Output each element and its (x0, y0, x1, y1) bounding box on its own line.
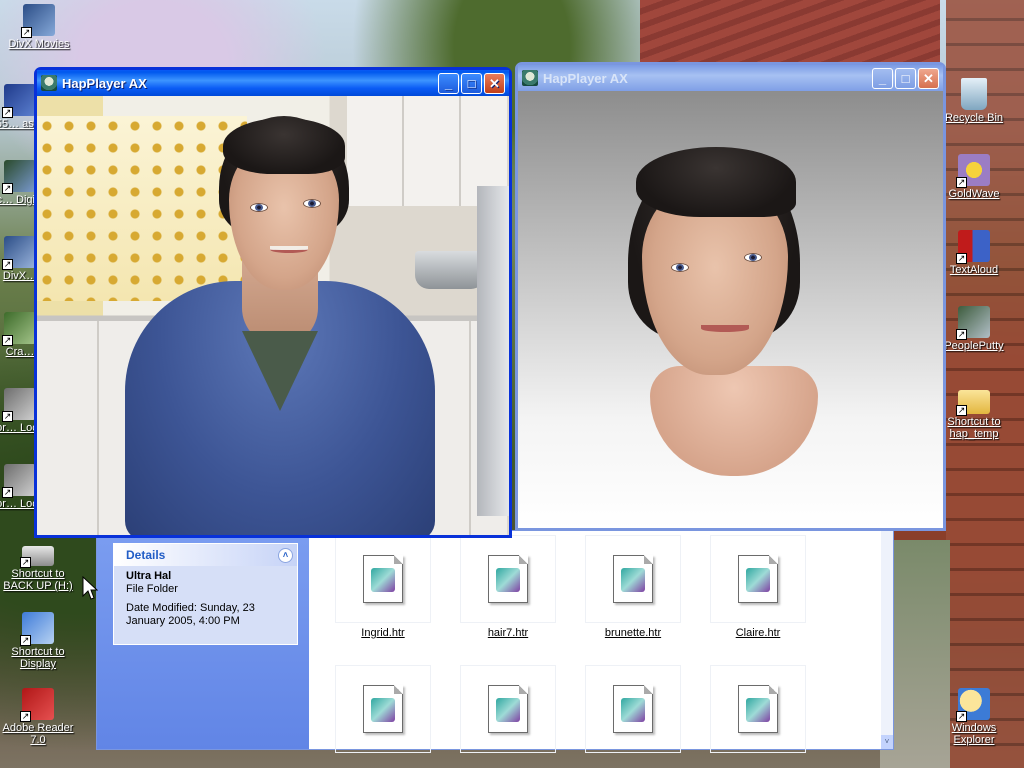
file-item[interactable] (585, 665, 681, 753)
avatar-fringe (636, 147, 796, 217)
htr-file-icon (613, 555, 653, 603)
details-item-type: File Folder (126, 583, 178, 595)
htr-file-icon (488, 555, 528, 603)
desktop-icon-windows-explorer[interactable]: ↗ Windows Explorer (936, 688, 1012, 746)
peopleputty-icon: ↗ (956, 306, 990, 340)
titlebar[interactable]: HapPlayer AX _ □ ✕ (37, 70, 509, 96)
pdf-icon: ↗ (20, 688, 54, 722)
avatar-viewport[interactable] (518, 91, 943, 528)
desktop-icon-goldwave[interactable]: ↗ GoldWave (936, 154, 1012, 200)
explorer-task-pane: Details ˄ Ultra Hal File Folder Date Mod… (97, 531, 309, 749)
avatar-fringe (223, 118, 345, 174)
htr-file-icon (488, 685, 528, 733)
happlayer-app-icon (522, 70, 538, 86)
goldwave-icon: ↗ (956, 154, 990, 188)
avatar-viewport[interactable] (37, 96, 509, 535)
app-icon: ↗ (2, 160, 36, 194)
htr-file-icon (363, 555, 403, 603)
details-item-name: Ultra Hal (126, 570, 172, 582)
desktop-icon-recycle-bin[interactable]: Recycle Bin (936, 78, 1012, 124)
document-icon: ↗ (2, 84, 36, 118)
details-header[interactable]: Details ˄ (114, 544, 297, 566)
avatar-eye-left (671, 263, 689, 272)
file-list: Ingrid.htr hair7.htr brunette.htr Claire… (309, 531, 881, 753)
mouse-cursor-icon (82, 576, 98, 600)
divx-icon: ↗ (2, 236, 36, 270)
close-button[interactable]: ✕ (918, 67, 939, 89)
minimize-button[interactable]: _ (438, 72, 459, 94)
titlebar[interactable]: HapPlayer AX _ □ ✕ (518, 65, 943, 91)
recycle-bin-icon (961, 78, 987, 110)
htr-file-icon (738, 685, 778, 733)
avatar-neck (650, 366, 818, 476)
file-item[interactable] (460, 665, 556, 753)
shortcut-icon: ↗ (2, 464, 36, 498)
file-label[interactable]: Claire.htr (703, 627, 813, 639)
desktop-icon-textaloud[interactable]: ↗ TextAloud (936, 230, 1012, 276)
maximize-button[interactable]: □ (461, 72, 482, 94)
file-label[interactable]: hair7.htr (453, 627, 563, 639)
htr-file-icon (613, 685, 653, 733)
close-button[interactable]: ✕ (484, 72, 505, 94)
kitchen-pot (415, 251, 485, 289)
textaloud-icon: ↗ (956, 230, 990, 264)
file-item-ingrid[interactable] (335, 535, 431, 623)
file-label[interactable]: Ingrid.htr (328, 627, 438, 639)
house-roof (640, 0, 940, 62)
happlayer-app-icon (41, 75, 57, 91)
avatar-eye-right (744, 253, 762, 262)
details-panel: Details ˄ Ultra Hal File Folder Date Mod… (113, 543, 298, 645)
scroll-down-icon[interactable]: ˅ (881, 735, 893, 749)
explorer-window: Details ˄ Ultra Hal File Folder Date Mod… (96, 530, 894, 753)
htr-file-icon (738, 555, 778, 603)
desktop-icon-hap-temp[interactable]: ↗ Shortcut to hap_temp (936, 384, 1012, 440)
collapse-icon[interactable]: ˄ (278, 547, 293, 563)
avatar-eye-left (250, 203, 268, 212)
desktop-icon-display[interactable]: ↗ Shortcut to Display (0, 612, 76, 670)
details-title: Details (126, 548, 166, 562)
htr-file-icon (363, 685, 403, 733)
app-icon: ↗ (2, 312, 36, 346)
divx-icon: ↗ (21, 4, 55, 38)
desktop-icon-adobe-reader[interactable]: ↗ Adobe Reader 7.0 (0, 688, 76, 746)
window-title: HapPlayer AX (543, 70, 628, 86)
kitchen-curtain (37, 116, 247, 301)
details-item-modified: Date Modified: Sunday, 23 January 2005, … (126, 602, 255, 627)
file-item-brunette[interactable] (585, 535, 681, 623)
happlayer-window-left: HapPlayer AX _ □ ✕ (34, 67, 512, 538)
avatar-mouth (701, 325, 749, 332)
folder-icon: ↗ (956, 390, 990, 416)
display-icon: ↗ (20, 612, 54, 646)
explorer-icon: ↗ (956, 688, 990, 722)
file-item[interactable] (335, 665, 431, 753)
avatar-mouth (270, 246, 308, 253)
desktop-icon-divx-movies[interactable]: ↗ DivX Movies (1, 4, 77, 50)
details-body: Ultra Hal File Folder Date Modified: Sun… (114, 566, 297, 632)
minimize-button[interactable]: _ (872, 67, 893, 89)
window-title: HapPlayer AX (62, 75, 147, 91)
shortcut-icon: ↗ (2, 388, 36, 422)
file-item[interactable] (710, 665, 806, 753)
file-item-claire[interactable] (710, 535, 806, 623)
drive-icon: ↗ (20, 546, 54, 568)
happlayer-window-right: HapPlayer AX _ □ ✕ (515, 62, 946, 531)
kitchen-fridge (477, 186, 509, 516)
file-item-hair7[interactable] (460, 535, 556, 623)
vertical-scrollbar[interactable]: ˅ (881, 531, 893, 749)
file-label[interactable]: brunette.htr (578, 627, 688, 639)
maximize-button[interactable]: □ (895, 67, 916, 89)
desktop-icon-peopleputty[interactable]: ↗ PeoplePutty (936, 306, 1012, 352)
avatar-eye-right (303, 199, 321, 208)
desktop-icon-backup-drive[interactable]: ↗ Shortcut to BACK UP (H:) (0, 540, 76, 592)
